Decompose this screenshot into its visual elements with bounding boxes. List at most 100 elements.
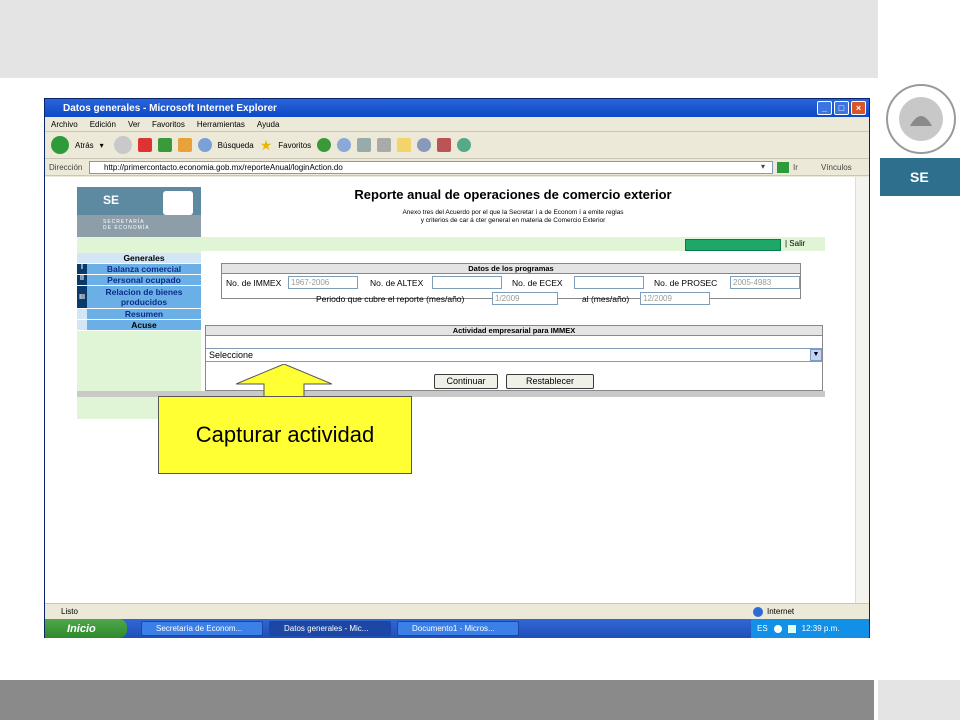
immex-field[interactable]: 1967-2006 [288,276,358,289]
slide-bottom-band [0,680,874,720]
contacts-icon[interactable] [457,138,472,152]
activity-title: Actividad empresarial para IMMEX [206,326,822,336]
minimize-button[interactable]: _ [817,101,832,115]
home-icon[interactable] [177,138,192,152]
links-label[interactable]: Vínculos [821,163,852,172]
prosec-label: No. de PROSEC [654,278,718,288]
web-page: SE SECRETARÍA DE ECONOMÍA Generales I Ba… [77,187,825,419]
start-label: Inicio [67,622,96,635]
favorites-label[interactable]: Favoritos [278,141,311,150]
folder-icon[interactable] [397,138,412,152]
side-nav: Generales I Balanza comercial II Persona… [77,253,201,331]
start-button[interactable]: Inicio [45,619,127,638]
menu-ayuda[interactable]: Ayuda [257,120,280,129]
zone-text: Internet [767,607,795,616]
user-bar: | Salir [201,237,825,251]
period-to-field[interactable]: 12/2009 [640,292,710,305]
up-arrow-icon [236,364,332,398]
nav-header: Generales [77,253,201,264]
search-icon[interactable] [197,138,212,152]
volume-icon[interactable] [787,624,796,633]
page-title: Reporte anual de operaciones de comercio… [354,187,672,202]
chevron-down-icon[interactable]: ▼ [810,349,822,361]
task-documento1[interactable]: Documento1 - Micros... [397,621,519,636]
refresh-icon[interactable] [157,138,172,152]
taskbar: Inicio Secretaría de Econom... Datos gen… [45,619,869,638]
nav-item-balanza[interactable]: I Balanza comercial [77,264,201,275]
nav-item-personal[interactable]: II Personal ocupado [77,275,201,286]
status-text: Listo [61,607,78,616]
nav-item-relacion[interactable]: III Relacion de bienes producidos [77,286,201,309]
go-icon[interactable] [777,162,789,173]
search-label[interactable]: Búsqueda [218,141,254,150]
logout-link[interactable]: | Salir [785,239,805,248]
slide-top-band [0,0,878,78]
reset-button[interactable]: Restablecer [506,374,594,389]
altex-label: No. de ALTEX [370,278,424,288]
browser-window: Datos generales - Microsoft Internet Exp… [44,98,870,638]
mail-icon[interactable] [337,138,352,152]
window-title: Datos generales - Microsoft Internet Exp… [63,102,277,114]
altex-field[interactable] [432,276,502,289]
toolbar: Atrás ▾ Búsqueda ★ Favoritos [45,132,869,159]
go-label[interactable]: Ir [793,163,798,172]
back-icon[interactable] [51,136,69,154]
task-datos-generales[interactable]: Datos generales - Mic... [269,621,391,636]
menu-edicion[interactable]: Edición [90,120,116,129]
slide-bottom-band-right [878,680,960,720]
ecex-label: No. de ECEX [512,278,563,288]
browser-content: SE SECRETARÍA DE ECONOMÍA Generales I Ba… [45,177,855,603]
se-sub-line-2: DE ECONOMÍA [103,225,150,231]
se-header-sub: SECRETARÍA DE ECONOMÍA [77,215,201,237]
task-secretaria[interactable]: Secretaría de Econom... [141,621,263,636]
nav-item-acuse[interactable]: Acuse [77,320,201,331]
system-tray: ES 12:39 p.m. [751,619,869,638]
back-label[interactable]: Atrás [75,141,94,150]
nav-item-resumen[interactable]: Resumen [77,309,201,320]
callout-box: Capturar actividad [158,396,412,474]
prosec-field[interactable]: 2005-4983 [730,276,800,289]
menu-herramientas[interactable]: Herramientas [197,120,245,129]
clock: 12:39 p.m. [801,624,840,633]
dropdown-arrow-icon[interactable]: ▾ [100,141,108,150]
nav-header-label: Generales [87,253,201,263]
menu-ver[interactable]: Ver [128,120,140,129]
forward-icon[interactable] [113,136,132,154]
close-button[interactable]: × [851,101,866,115]
activity-select-value: Seleccione [209,350,254,360]
edit-icon[interactable] [377,138,392,152]
print-icon[interactable] [357,138,372,152]
side-se-tab: SE [880,158,960,196]
stop-icon[interactable] [137,138,152,152]
activity-select[interactable]: Seleccione ▼ [206,348,822,362]
user-name-box [685,239,781,251]
status-bar: Listo Internet [45,603,869,619]
address-bar: Dirección http://primercontacto.economia… [45,160,869,176]
se-logo-text: SE [103,193,120,207]
network-icon[interactable] [773,624,782,633]
maximize-button[interactable]: □ [834,101,849,115]
window-titlebar: Datos generales - Microsoft Internet Exp… [45,99,869,117]
language-indicator[interactable]: ES [757,624,768,633]
seal-icon [163,191,193,215]
ecex-field[interactable] [574,276,644,289]
mexico-seal-logo [886,84,956,154]
address-label: Dirección [49,163,83,172]
messenger-icon[interactable] [417,138,432,152]
vertical-scrollbar[interactable] [855,177,869,603]
favorites-star-icon[interactable]: ★ [260,137,273,154]
programs-title: Datos de los programas [222,264,800,274]
address-input[interactable]: http://primercontacto.economia.gob.mx/re… [89,161,773,174]
globe-icon [753,607,763,617]
page-subtitle: Anexo tres del Acuerdo por el que la Sec… [402,209,624,224]
address-dropdown-icon[interactable]: ▾ [761,162,765,171]
continue-button[interactable]: Continuar [434,374,498,389]
menu-favoritos[interactable]: Favoritos [152,120,185,129]
callout-text: Capturar actividad [195,422,375,447]
history-icon[interactable] [317,138,332,152]
period-from-field[interactable]: 1/2009 [492,292,558,305]
programs-fieldset: Datos de los programas No. de IMMEX 1967… [221,263,801,305]
research-icon[interactable] [437,138,452,152]
menu-bar: Archivo Edición Ver Favoritos Herramient… [45,117,869,132]
menu-archivo[interactable]: Archivo [51,120,78,129]
